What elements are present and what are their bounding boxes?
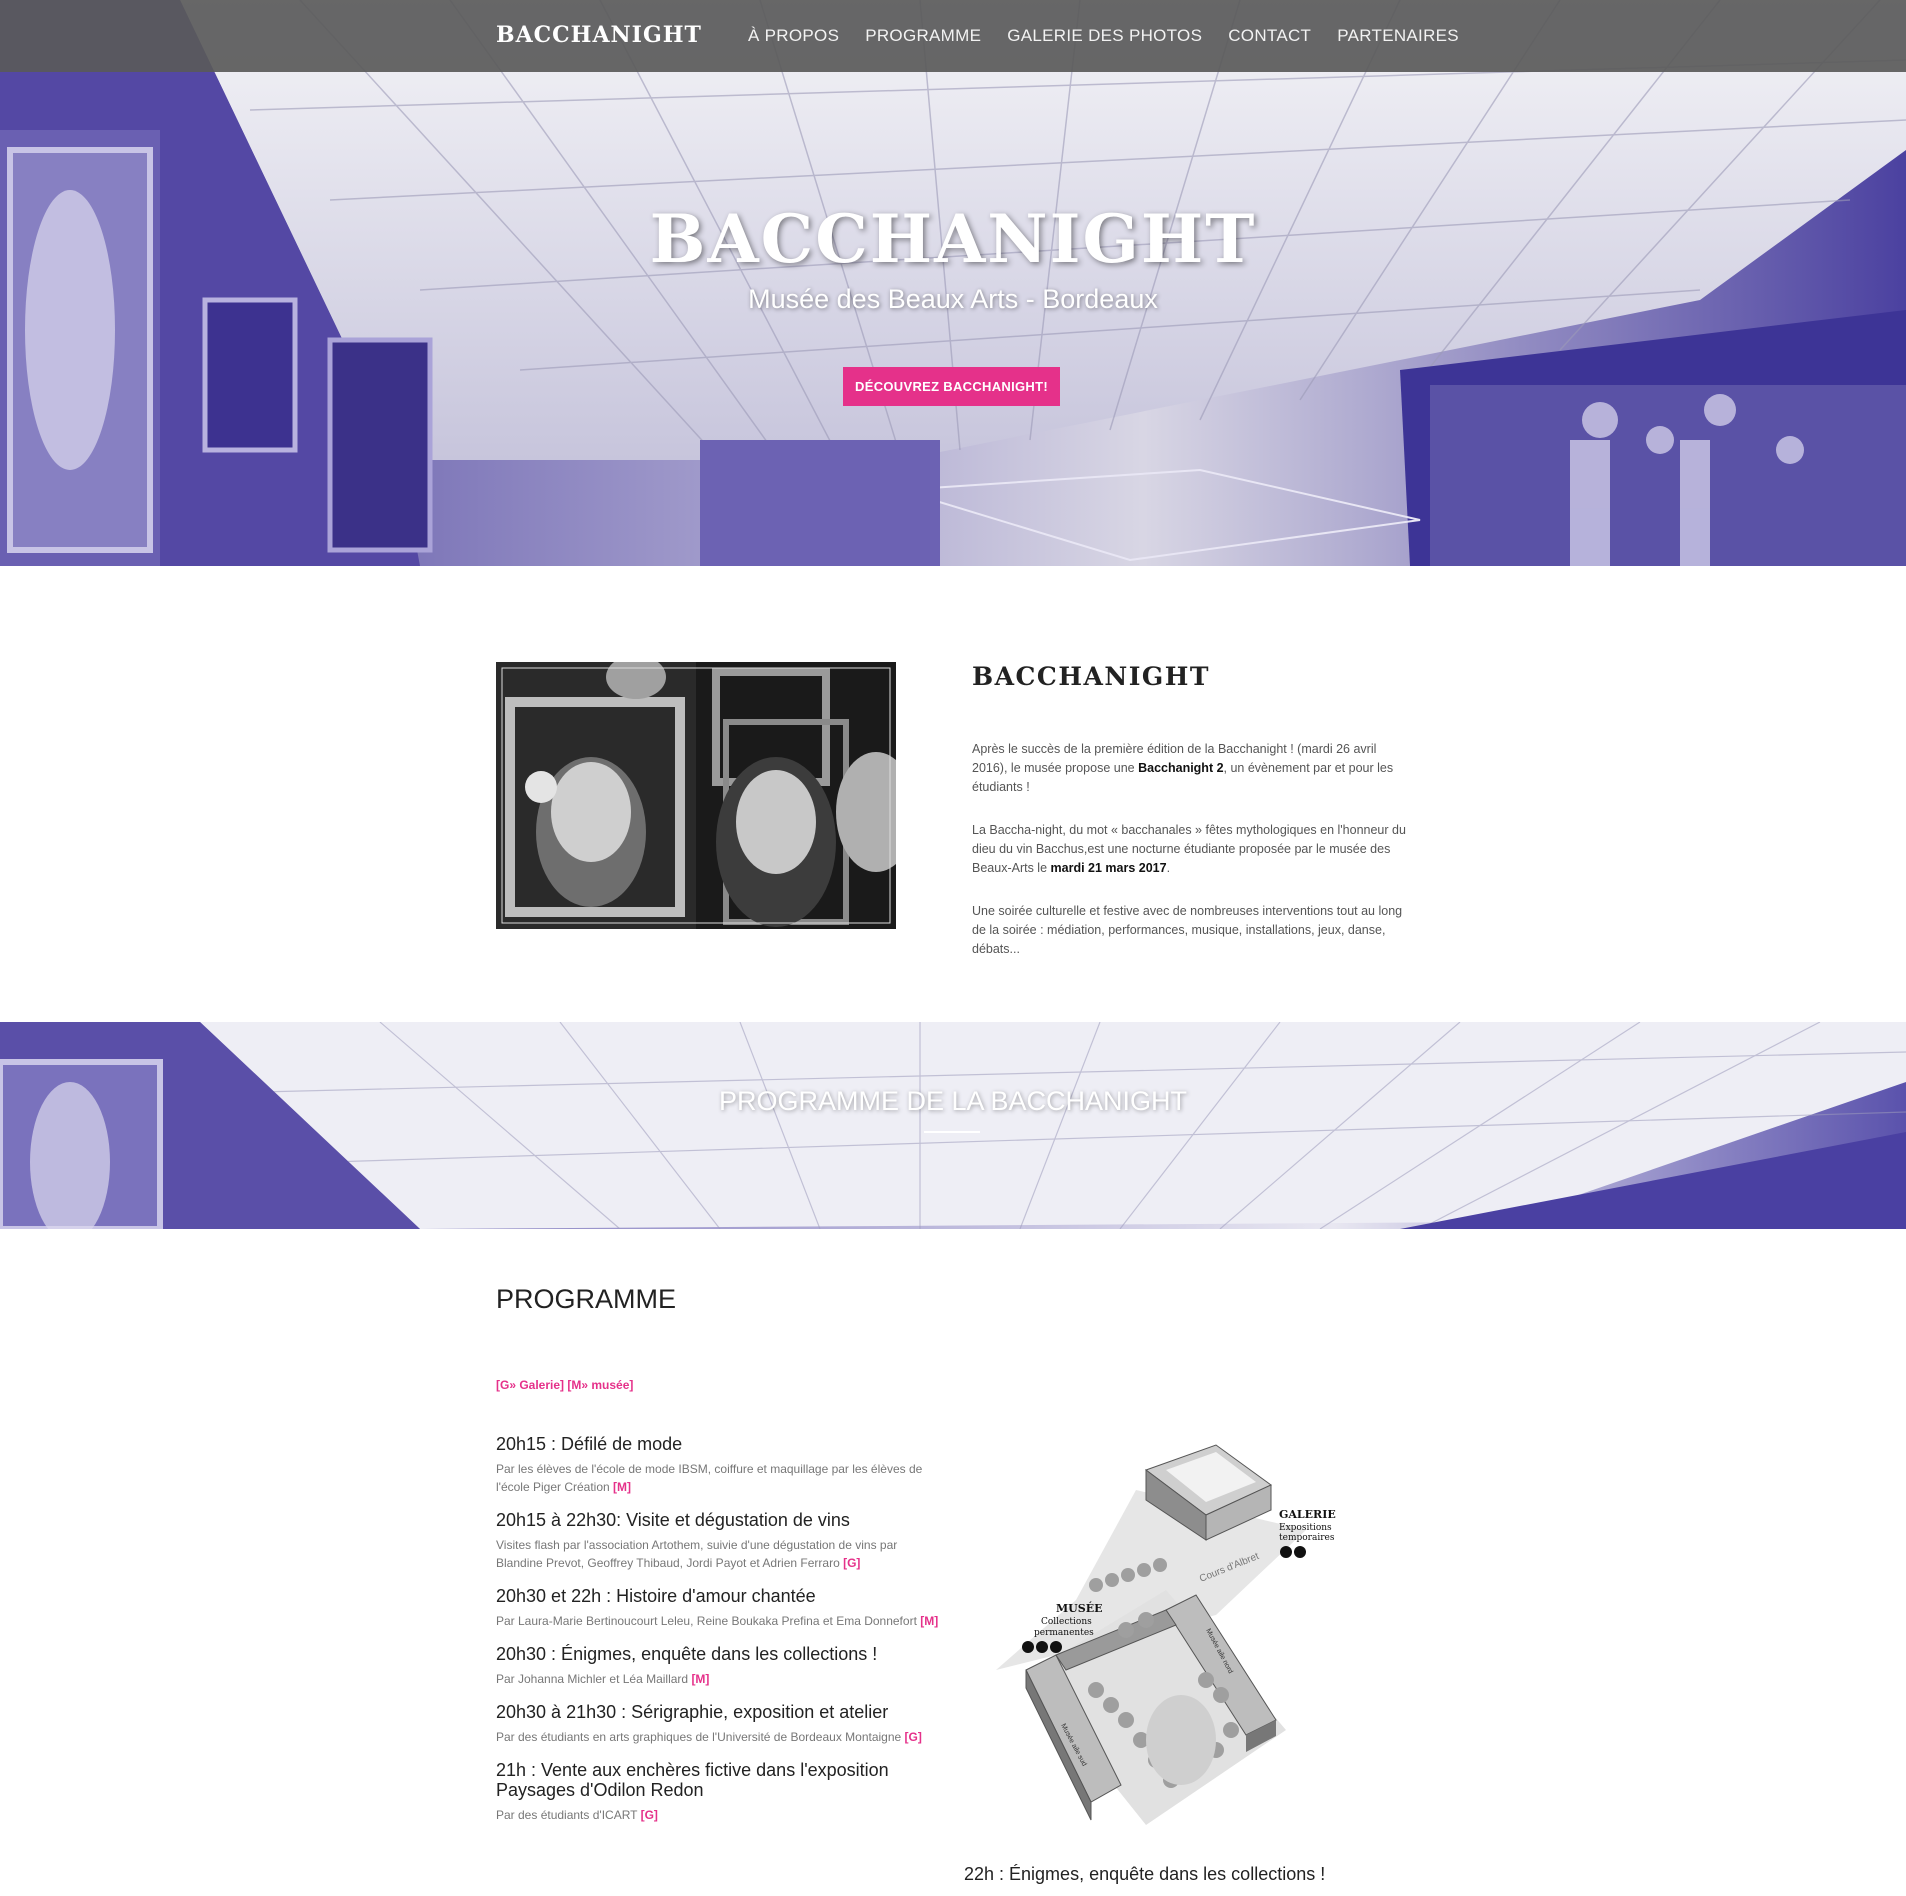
about-paragraph-2: La Baccha-night, du mot « bacchanales » … [972, 821, 1412, 878]
about-photo [496, 662, 896, 929]
band-divider [924, 1131, 980, 1133]
accessibility-icon [1280, 1546, 1292, 1558]
about-text: Après le succès de la première édition d… [972, 740, 1412, 983]
event-title: 20h15 : Défilé de mode [496, 1434, 683, 1454]
about-p2-text: La Baccha-night, du mot « bacchanales » … [972, 823, 1406, 875]
hero-title: BACCHANIGHT [649, 200, 1257, 278]
event-desc-text: Visites flash par l'association Artothem… [496, 1538, 898, 1570]
map-label-musee: MUSÉE [1056, 1601, 1102, 1615]
about-p2-text-end: . [1166, 861, 1171, 875]
event-item: 20h15 : Défilé de mode Par les élèves de… [496, 1434, 941, 1496]
restroom-icon [1050, 1641, 1062, 1653]
programme-band [0, 1022, 1906, 1229]
side-event-title: 22h : Énigmes, enquête dans les collecti… [964, 1864, 1326, 1884]
map-label-galerie-sub2: temporaires [1279, 1533, 1335, 1543]
gallery-background-image [0, 0, 1906, 566]
event-location-tag: [G] [843, 1556, 861, 1570]
event-list: 20h15 : Défilé de mode Par les élèves de… [496, 1434, 941, 1838]
nav-item-a-propos[interactable]: À PROPOS [748, 26, 839, 46]
event-desc: Par des étudiants en arts graphiques de … [496, 1728, 941, 1746]
about-p1-bold: Bacchanight 2 [1138, 761, 1224, 775]
event-desc: Par Laura-Marie Bertinoucourt Leleu, Rei… [496, 1612, 941, 1630]
event-location-tag: [G] [904, 1730, 922, 1744]
about-title: BACCHANIGHT [972, 662, 1210, 691]
restroom-icon [1294, 1546, 1306, 1558]
about-p2-date: mardi 21 mars 2017 [1050, 861, 1167, 875]
event-desc-text: Par Laura-Marie Bertinoucourt Leleu, Rei… [496, 1614, 921, 1628]
event-item: 20h30 et 22h : Histoire d'amour chantée … [496, 1586, 941, 1630]
event-item: 20h15 à 22h30: Visite et dégustation de … [496, 1510, 941, 1572]
nav-menu: À PROPOS PROGRAMME GALERIE DES PHOTOS CO… [748, 26, 1459, 46]
event-location-tag: [G] [640, 1808, 658, 1822]
about-paragraph-1: Après le succès de la première édition d… [972, 740, 1412, 797]
top-navbar: BACCHANIGHT À PROPOS PROGRAMME GALERIE D… [0, 0, 1906, 72]
programme-legend: [G» Galerie] [M» musée] [496, 1378, 634, 1392]
map-label-galerie: GALERIE [1279, 1508, 1336, 1521]
map-label-musee-sub2: permanentes [1034, 1628, 1094, 1638]
band-background-image [0, 1022, 1906, 1229]
event-item: 21h : Vente aux enchères fictive dans l'… [496, 1760, 941, 1824]
hero-section: BACCHANIGHT Musée des Beaux Arts - Borde… [0, 0, 1906, 566]
event-item: 20h30 : Énigmes, enquête dans les collec… [496, 1644, 941, 1688]
nav-item-contact[interactable]: CONTACT [1228, 26, 1311, 46]
programme-heading: PROGRAMME [496, 1284, 677, 1314]
nav-item-partenaires[interactable]: PARTENAIRES [1337, 26, 1459, 46]
event-desc-text: Par des étudiants d'ICART [496, 1808, 641, 1822]
event-title: 20h30 à 21h30 : Sérigraphie, exposition … [496, 1702, 889, 1722]
discover-button[interactable]: DÉCOUVREZ BACCHANIGHT! [843, 367, 1060, 406]
students-photo-image [496, 662, 896, 929]
event-desc: Visites flash par l'association Artothem… [496, 1536, 941, 1572]
event-title: 21h : Vente aux enchères fictive dans l'… [496, 1760, 889, 1800]
museum-map: GALERIE Expositions temporaires MUSÉE Co… [996, 1444, 1336, 1825]
map-label-galerie-sub1: Expositions [1279, 1523, 1332, 1533]
event-location-tag: [M] [920, 1614, 939, 1628]
event-desc-text: Par les élèves de l'école de mode IBSM, … [496, 1462, 923, 1494]
nav-item-programme[interactable]: PROGRAMME [865, 26, 981, 46]
hero-subtitle: Musée des Beaux Arts - Bordeaux [748, 284, 1158, 314]
event-desc: Par Johanna Michler et Léa Maillard [M] [496, 1670, 941, 1688]
accessibility-icon [1036, 1641, 1048, 1653]
event-item: 20h30 à 21h30 : Sérigraphie, exposition … [496, 1702, 941, 1746]
nav-item-galerie[interactable]: GALERIE DES PHOTOS [1007, 26, 1202, 46]
event-location-tag: [M] [691, 1672, 710, 1686]
brand-logo[interactable]: BACCHANIGHT [496, 22, 702, 48]
event-desc-text: Par Johanna Michler et Léa Maillard [496, 1672, 692, 1686]
event-title: 20h30 : Énigmes, enquête dans les collec… [496, 1644, 878, 1664]
event-desc: Par des étudiants d'ICART [G] [496, 1806, 941, 1824]
event-location-tag: [M] [613, 1480, 632, 1494]
about-paragraph-3: Une soirée culturelle et festive avec de… [972, 904, 1403, 956]
map-label-musee-sub1: Collections [1041, 1617, 1092, 1627]
cafe-icon [1022, 1641, 1034, 1653]
event-desc: Par les élèves de l'école de mode IBSM, … [496, 1460, 941, 1496]
event-title: 20h15 à 22h30: Visite et dégustation de … [496, 1510, 850, 1530]
event-desc-text: Par des étudiants en arts graphiques de … [496, 1730, 905, 1744]
event-title: 20h30 et 22h : Histoire d'amour chantée [496, 1586, 816, 1606]
band-title: PROGRAMME DE LA BACCHANIGHT [718, 1086, 1188, 1116]
